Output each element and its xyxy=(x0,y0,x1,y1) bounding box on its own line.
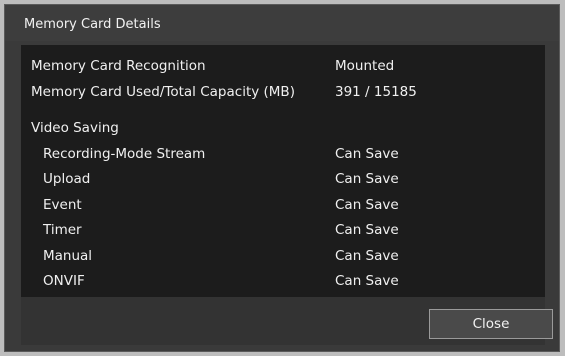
video-saving-item-status: Can Save xyxy=(335,222,399,238)
capacity-row: Memory Card Used/Total Capacity (MB) 391… xyxy=(21,84,545,106)
video-saving-row: Manual Can Save xyxy=(21,248,545,270)
dialog-footer: Close xyxy=(21,297,553,345)
video-saving-item-status: Can Save xyxy=(335,248,399,264)
close-button[interactable]: Close xyxy=(429,309,553,339)
recognition-value: Mounted xyxy=(335,58,395,74)
recognition-label: Memory Card Recognition xyxy=(31,58,206,74)
capacity-value: 391 / 15185 xyxy=(335,84,417,100)
dialog-titlebar: Memory Card Details xyxy=(5,5,559,41)
video-saving-item-status: Can Save xyxy=(335,171,399,187)
video-saving-item-label: Event xyxy=(43,197,82,213)
memory-card-details-dialog: Memory Card Details Memory Card Recognit… xyxy=(4,4,560,352)
video-saving-row: Event Can Save xyxy=(21,197,545,219)
details-panel: Memory Card Recognition Mounted Memory C… xyxy=(21,45,545,297)
video-saving-item-status: Can Save xyxy=(335,273,399,289)
capacity-label: Memory Card Used/Total Capacity (MB) xyxy=(31,84,295,100)
video-saving-row: Recording-Mode Stream Can Save xyxy=(21,146,545,168)
video-saving-row: Timer Can Save xyxy=(21,222,545,244)
video-saving-row: Upload Can Save xyxy=(21,171,545,193)
video-saving-heading: Video Saving xyxy=(31,120,119,136)
video-saving-item-label: Upload xyxy=(43,171,91,187)
video-saving-item-label: Timer xyxy=(43,222,82,238)
dialog-title: Memory Card Details xyxy=(24,17,161,32)
video-saving-item-status: Can Save xyxy=(335,197,399,213)
video-saving-item-status: Can Save xyxy=(335,146,399,162)
video-saving-row: ONVIF Can Save xyxy=(21,273,545,295)
video-saving-item-label: Recording-Mode Stream xyxy=(43,146,206,162)
video-saving-heading-row: Video Saving xyxy=(21,120,545,142)
video-saving-item-label: Manual xyxy=(43,248,93,264)
video-saving-item-label: ONVIF xyxy=(43,273,85,289)
recognition-row: Memory Card Recognition Mounted xyxy=(21,58,545,80)
